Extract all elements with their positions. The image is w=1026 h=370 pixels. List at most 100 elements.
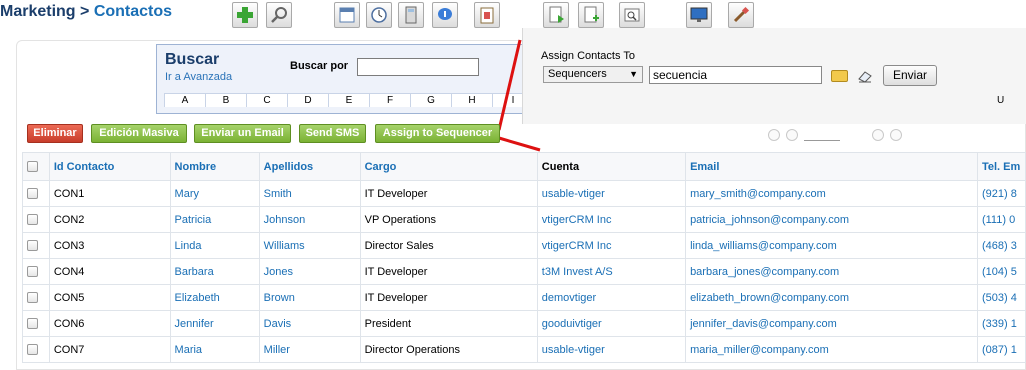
last-name-link[interactable]: Johnson (258, 206, 361, 233)
last-name-link[interactable]: Brown (258, 284, 361, 311)
account-link[interactable]: vtigerCRM Inc (536, 206, 687, 233)
row-checkbox-cell[interactable] (22, 180, 50, 207)
alpha-letter[interactable]: F (369, 94, 410, 107)
email-link[interactable]: mary_smith@company.com (685, 180, 978, 207)
column-header[interactable]: Cargo (359, 152, 538, 181)
alpha-letter[interactable]: A (164, 94, 205, 107)
account-link[interactable]: usable-vtiger (536, 180, 687, 207)
select-all-checkbox-cell[interactable] (22, 152, 50, 181)
row-checkbox-cell[interactable] (22, 336, 50, 363)
column-header[interactable]: Nombre (169, 152, 260, 181)
add-button[interactable] (232, 2, 258, 28)
assign-type-select[interactable]: Sequencers ▼ (543, 66, 643, 83)
first-name-link[interactable]: Elizabeth (169, 284, 260, 311)
clock-button[interactable] (366, 2, 392, 28)
chat-button[interactable] (432, 2, 458, 28)
column-header[interactable]: Cuenta (536, 152, 687, 181)
row-checkbox[interactable] (27, 318, 38, 330)
row-checkbox-cell[interactable] (22, 284, 50, 311)
delete-button[interactable]: Eliminar (27, 124, 83, 143)
phone-link[interactable]: (104) 5 (976, 258, 1026, 285)
email-link[interactable]: barbara_jones@company.com (685, 258, 978, 285)
row-checkbox[interactable] (27, 292, 38, 304)
pager-input[interactable] (804, 140, 840, 141)
pager-first-button[interactable] (768, 129, 780, 141)
last-name-link[interactable]: Miller (258, 336, 361, 363)
assign-sequencer-button[interactable]: Assign to Sequencer (375, 124, 500, 143)
alpha-letter[interactable]: D (287, 94, 328, 107)
email-link[interactable]: linda_williams@company.com (685, 232, 978, 259)
first-name-link[interactable]: Mary (169, 180, 260, 207)
send-sms-button[interactable]: Send SMS (299, 124, 366, 143)
last-name-link[interactable]: Smith (258, 180, 361, 207)
send-email-button[interactable]: Enviar un Email (194, 124, 291, 143)
alpha-letter[interactable]: E (328, 94, 369, 107)
alpha-letter[interactable]: H (451, 94, 492, 107)
select-all-checkbox[interactable] (27, 161, 38, 173)
calendar-button[interactable] (334, 2, 360, 28)
last-name-link[interactable]: Davis (258, 310, 361, 337)
phone-link[interactable]: (921) 8 (976, 180, 1026, 207)
export-button[interactable] (543, 2, 569, 28)
account-link[interactable]: usable-vtiger (536, 336, 687, 363)
search-input[interactable] (357, 58, 479, 76)
search-button[interactable] (266, 2, 292, 28)
first-name-link[interactable]: Barbara (169, 258, 260, 285)
pager-next-button[interactable] (872, 129, 884, 141)
first-name-link[interactable]: Maria (169, 336, 260, 363)
phone-link[interactable]: (503) 4 (976, 284, 1026, 311)
phone-link[interactable]: (468) 3 (976, 232, 1026, 259)
mass-edit-button[interactable]: Edición Masiva (91, 124, 187, 143)
breadcrumb-module[interactable]: Marketing (0, 3, 76, 20)
find-duplicates-button[interactable] (619, 2, 645, 28)
column-header[interactable]: Id Contacto (48, 152, 171, 181)
alpha-letter[interactable]: C (246, 94, 287, 107)
row-checkbox[interactable] (27, 266, 38, 278)
pager-last-button[interactable] (890, 129, 902, 141)
phone-link[interactable]: (339) 1 (976, 310, 1026, 337)
first-name-link[interactable]: Linda (169, 232, 260, 259)
monitor-button[interactable] (686, 2, 712, 28)
row-checkbox-cell[interactable] (22, 310, 50, 337)
row-checkbox[interactable] (27, 240, 38, 252)
pager-prev-button[interactable] (786, 129, 798, 141)
row-checkbox-cell[interactable] (22, 232, 50, 259)
email-link[interactable]: maria_miller@company.com (685, 336, 978, 363)
alpha-letter[interactable]: G (410, 94, 451, 107)
assign-target-input[interactable]: secuencia (649, 66, 822, 84)
account-link[interactable]: t3M Invest A/S (536, 258, 687, 285)
row-checkbox[interactable] (27, 214, 38, 226)
breadcrumb-page[interactable]: Contactos (94, 3, 172, 20)
column-header[interactable]: Email (685, 152, 978, 181)
account-link[interactable]: gooduivtiger (536, 310, 687, 337)
email-link[interactable]: patricia_johnson@company.com (685, 206, 978, 233)
first-name-link[interactable]: Jennifer (169, 310, 260, 337)
folder-icon[interactable] (831, 70, 848, 82)
table-row: CON6 Jennifer Davis President gooduivtig… (22, 310, 1026, 337)
import-button[interactable] (474, 2, 500, 28)
row-checkbox[interactable] (27, 344, 38, 356)
column-header[interactable]: Tel. Em (976, 152, 1026, 181)
row-checkbox-cell[interactable] (22, 258, 50, 285)
phone-link[interactable]: (111) 0 (976, 206, 1026, 233)
phone-link[interactable]: (087) 1 (976, 336, 1026, 363)
column-header[interactable]: Apellidos (258, 152, 361, 181)
email-link[interactable]: jennifer_davis@company.com (685, 310, 978, 337)
advanced-search-link[interactable]: Ir a Avanzada (165, 71, 232, 83)
row-checkbox-cell[interactable] (22, 206, 50, 233)
row-checkbox[interactable] (27, 188, 38, 200)
last-name-link[interactable]: Williams (258, 232, 361, 259)
alpha-letter[interactable]: U (997, 95, 1004, 106)
calculator-button[interactable] (398, 2, 424, 28)
last-name-link[interactable]: Jones (258, 258, 361, 285)
settings-button[interactable] (728, 2, 754, 28)
clear-icon[interactable] (857, 69, 873, 83)
first-name-link[interactable]: Patricia (169, 206, 260, 233)
add-document-button[interactable] (578, 2, 604, 28)
account-link[interactable]: vtigerCRM Inc (536, 232, 687, 259)
alpha-letter[interactable]: B (205, 94, 246, 107)
send-button[interactable]: Enviar (883, 65, 937, 86)
account-link[interactable]: demovtiger (536, 284, 687, 311)
monitor-icon (690, 7, 708, 22)
email-link[interactable]: elizabeth_brown@company.com (685, 284, 978, 311)
